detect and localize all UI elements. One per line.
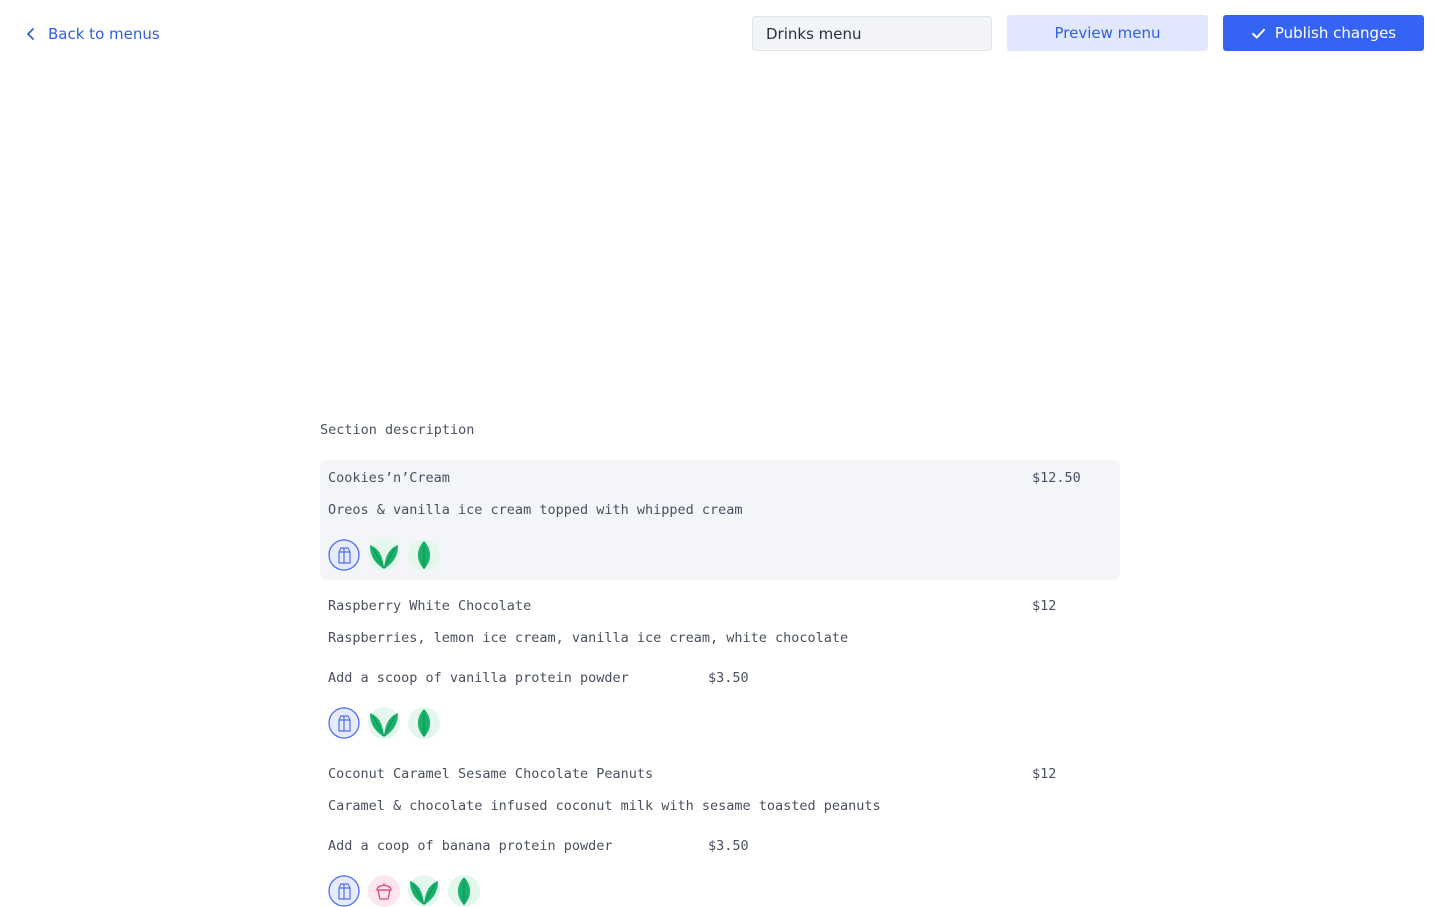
item-dietary-icons <box>328 707 440 739</box>
item-price[interactable]: $12 <box>1032 598 1056 614</box>
milk-carton-icon[interactable] <box>328 539 360 571</box>
publish-changes-button[interactable]: Publish changes <box>1223 15 1424 51</box>
milk-carton-icon[interactable] <box>328 707 360 739</box>
vegan-leaves-icon[interactable] <box>408 875 440 907</box>
vegetarian-leaf-icon[interactable] <box>448 875 480 907</box>
item-name[interactable]: Raspberry White Chocolate <box>328 598 531 614</box>
item-dietary-icons <box>328 539 440 571</box>
item-name[interactable]: Cookies’n’Cream <box>328 470 450 486</box>
section-description[interactable]: Section description <box>320 422 474 438</box>
item-description[interactable]: Oreos & vanilla ice cream topped with wh… <box>328 502 743 518</box>
top-bar: Back to menus Preview menu Publish chang… <box>0 0 1440 68</box>
item-name[interactable]: Coconut Caramel Sesame Chocolate Peanuts <box>328 766 653 782</box>
item-addon-price[interactable]: $3.50 <box>708 838 749 854</box>
publish-changes-label: Publish changes <box>1274 24 1397 42</box>
check-icon <box>1251 28 1265 38</box>
item-description[interactable]: Caramel & chocolate infused coconut milk… <box>328 798 881 814</box>
item-price[interactable]: $12.50 <box>1032 470 1081 486</box>
back-to-menus-link[interactable]: Back to menus <box>24 22 160 46</box>
vegan-leaves-icon[interactable] <box>368 707 400 739</box>
menu-item-coconut-caramel[interactable]: Coconut Caramel Sesame Chocolate Peanuts… <box>320 756 1120 907</box>
back-link-label: Back to menus <box>48 25 160 43</box>
item-description[interactable]: Raspberries, lemon ice cream, vanilla ic… <box>328 630 848 646</box>
menu-item-raspberry-white-chocolate[interactable]: Raspberry White Chocolate $12 Raspberrie… <box>320 588 1120 748</box>
preview-menu-label: Preview menu <box>1054 24 1161 42</box>
item-price[interactable]: $12 <box>1032 766 1056 782</box>
milk-carton-icon[interactable] <box>328 875 360 907</box>
item-addon[interactable]: Add a coop of banana protein powder <box>328 838 612 854</box>
item-addon[interactable]: Add a scoop of vanilla protein powder <box>328 670 629 686</box>
nut-allergen-icon[interactable] <box>368 875 400 907</box>
chevron-left-icon <box>27 28 34 40</box>
vegetarian-leaf-icon[interactable] <box>408 539 440 571</box>
vegan-leaves-icon[interactable] <box>368 539 400 571</box>
vegetarian-leaf-icon[interactable] <box>408 707 440 739</box>
menu-item-cookies-n-cream[interactable]: Cookies’n’Cream $12.50 Oreos & vanilla i… <box>320 460 1120 580</box>
menu-name-input[interactable] <box>752 16 992 51</box>
item-dietary-icons <box>328 875 480 907</box>
item-addon-price[interactable]: $3.50 <box>708 670 749 686</box>
preview-menu-button[interactable]: Preview menu <box>1007 15 1208 51</box>
